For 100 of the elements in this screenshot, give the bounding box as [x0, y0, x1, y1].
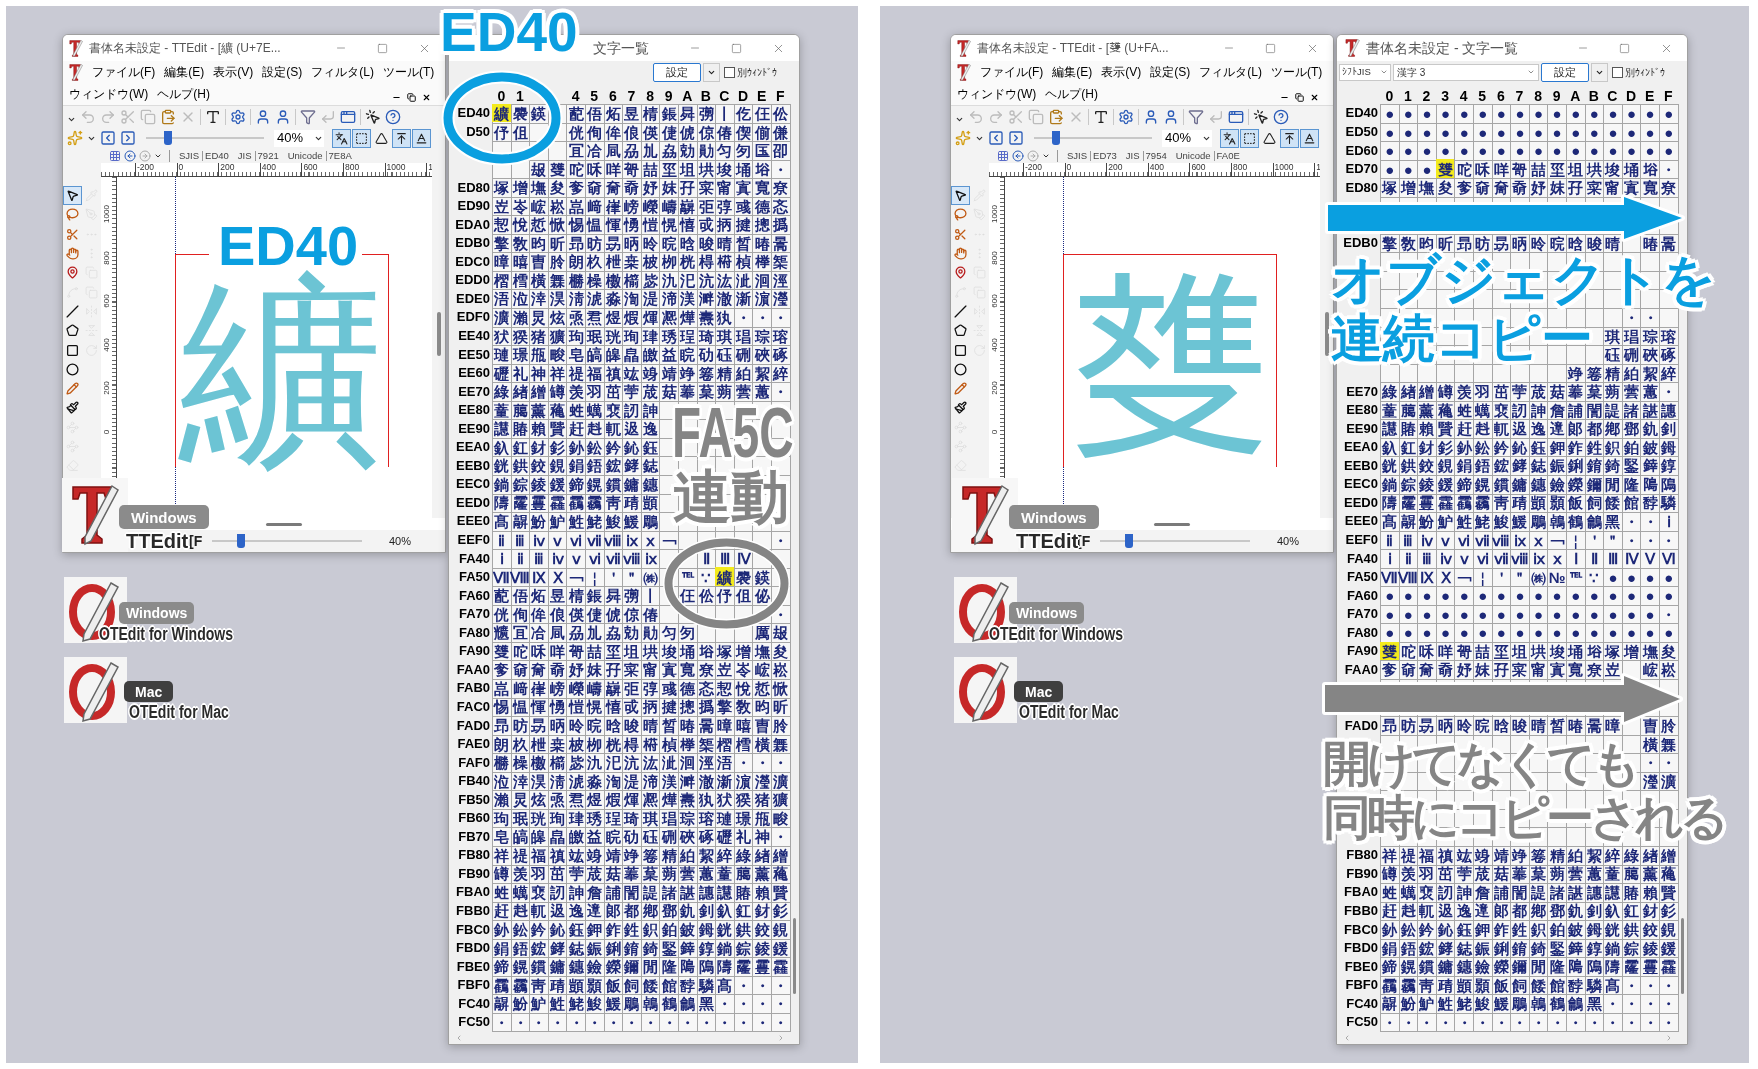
person-icon[interactable] — [1163, 108, 1179, 125]
glyph-cell[interactable]: 鉀 — [1472, 919, 1492, 939]
letter-t-icon[interactable] — [205, 108, 221, 125]
glyph-cell[interactable]: 霻 — [1417, 493, 1436, 512]
glyph-cell[interactable]: ・ — [677, 1012, 697, 1032]
glyph-cell[interactable]: 鰀 — [1510, 511, 1529, 531]
glyph-cell[interactable]: 荿 — [1528, 381, 1548, 401]
glyph-cell[interactable]: 弡 — [696, 196, 716, 215]
glyph-cell[interactable]: 﨏 — [1584, 641, 1604, 661]
glyph-cell[interactable]: 遧 — [1472, 901, 1492, 920]
range-combobox[interactable]: 漢字 3 — [1393, 63, 1539, 81]
glyph-cell[interactable]: ● — [1528, 103, 1548, 123]
glyph-cell[interactable]: ● — [1658, 585, 1678, 605]
glyph-cell[interactable]: 渼 — [677, 289, 697, 308]
glyph-cell[interactable]: 黑 — [1603, 511, 1622, 531]
glyph-cell[interactable]: 琦 — [696, 326, 716, 345]
glyph-cell[interactable]: 馞 — [677, 975, 697, 994]
glyph-cell[interactable]: 奝 — [1417, 660, 1436, 679]
glyph-cell[interactable]: 泚 — [659, 752, 678, 772]
glyph-cell[interactable]: 犾 — [715, 789, 734, 809]
glyph-cell[interactable]: 緖 — [510, 381, 530, 401]
glyph-cell[interactable]: 匤 — [752, 140, 771, 160]
glyph-cell[interactable]: ● — [1398, 122, 1418, 141]
glyph-cell[interactable]: 靏 — [584, 493, 604, 512]
glyph-cell[interactable]: 福 — [529, 845, 548, 865]
glyph-cell[interactable]: 皞 — [529, 827, 548, 846]
glyph-cell[interactable]: 罇 — [492, 864, 511, 883]
glyph-cell[interactable]: 昻 — [1380, 715, 1399, 735]
glyph-cell[interactable]: 銧 — [492, 456, 511, 475]
glyph-cell[interactable]: 沆 — [696, 270, 716, 290]
glyph-cell[interactable]: 寬 — [1565, 660, 1585, 679]
glyph-cell[interactable]: 孖 — [1491, 660, 1511, 679]
glyph-cell[interactable]: ・ — [752, 975, 771, 994]
glyph-cell[interactable]: 薰 — [752, 864, 771, 883]
glyph-cell[interactable]: ⅷ — [603, 530, 623, 549]
glyph-cell[interactable]: 昮 — [1491, 233, 1511, 253]
glyph-cell[interactable]: 曻 — [677, 103, 697, 123]
glyph-cell[interactable]: ● — [1603, 140, 1622, 160]
glyph-cell[interactable]: 仡 — [733, 103, 753, 123]
glyph-cell[interactable]: 鰀 — [622, 511, 641, 531]
glyph-cell[interactable]: 菇 — [1491, 864, 1511, 883]
glyph-cell[interactable]: ℡ — [1565, 567, 1585, 586]
glyph-cell[interactable]: 礼 — [510, 363, 530, 382]
glyph-cell[interactable]: 裵 — [1417, 882, 1436, 902]
scroll-left-icon[interactable] — [1343, 1034, 1351, 1043]
glyph-cell[interactable]: 﨟 — [1398, 400, 1418, 419]
glyph-cell[interactable]: 蒴 — [659, 864, 678, 883]
glyph-cell[interactable]: 﨓 — [715, 252, 734, 271]
menu-item[interactable]: 設定(S) — [1150, 63, 1191, 81]
help-icon[interactable] — [385, 108, 401, 125]
glyph-cell[interactable]: 炅 — [529, 307, 548, 327]
glyph-cell[interactable]: ● — [1621, 604, 1641, 623]
glyph-cell[interactable]: 銧 — [1380, 456, 1399, 475]
glyph-cell[interactable]: 訷 — [1528, 400, 1548, 419]
glyph-cell[interactable]: 蘒 — [547, 400, 567, 419]
glyph-cell[interactable]: ・ — [1640, 993, 1659, 1013]
glyph-cell[interactable]: 惞 — [547, 214, 567, 234]
glyph-cell[interactable]: 愠 — [510, 697, 530, 716]
glyph-cell[interactable]: 錂 — [529, 474, 548, 494]
back-icon[interactable] — [1012, 150, 1024, 162]
glyph-cell[interactable]: 匇 — [677, 623, 697, 642]
glyph-cell[interactable]: 鋧 — [1658, 919, 1678, 939]
glyph-cell[interactable]: 詹 — [584, 882, 604, 902]
glyph-cell[interactable]: 燁 — [659, 789, 678, 809]
glyph-cell[interactable]: 鐱 — [1547, 474, 1566, 494]
glyph-cell[interactable]: ⅹ — [640, 530, 660, 549]
glyph-cell[interactable]: 砡 — [715, 344, 734, 364]
glyph-cell[interactable]: 隆 — [659, 956, 678, 976]
glyph-cell[interactable]: 俿 — [677, 122, 697, 141]
glyph-cell[interactable]: 鑈 — [1584, 474, 1604, 494]
glyph-cell[interactable]: 埈 — [715, 159, 734, 178]
scrollbar-thumb[interactable] — [1154, 522, 1190, 526]
glyph-cell[interactable]: 蠇 — [1398, 882, 1418, 902]
glyph-cell[interactable]: 炻 — [603, 103, 623, 123]
glyph-cell[interactable]: ⅳ — [1417, 530, 1436, 549]
glyph-cell[interactable]: 﨤 — [1510, 419, 1529, 438]
glyph-cell[interactable]: 晗 — [1565, 233, 1585, 253]
glyph-cell[interactable]: 砡 — [640, 827, 660, 846]
glyph-cell[interactable]: 羡 — [1398, 864, 1418, 883]
glyph-cell[interactable]: 增 — [1621, 641, 1641, 661]
glyph-cell[interactable]: 摠 — [677, 697, 697, 716]
glyph-cell[interactable]: 譓 — [1584, 882, 1604, 902]
glyph-cell[interactable]: 譿 — [1380, 419, 1399, 438]
glyph-cell[interactable]: 硎 — [1621, 344, 1641, 364]
glyph-cell[interactable]: 伃 — [715, 585, 734, 605]
glyph-cell[interactable]: 鏆 — [529, 956, 548, 976]
glyph-cell[interactable]: 晙 — [1510, 715, 1529, 735]
glyph-cell[interactable]: 逸 — [566, 901, 585, 920]
glyph-cell[interactable]: 曻 — [603, 585, 623, 605]
glyph-cell[interactable]: 霳 — [733, 956, 753, 976]
glyph-cell[interactable]: 箞 — [1584, 363, 1604, 382]
glyph-cell[interactable]: 絜 — [1640, 363, 1659, 382]
glyph-cell[interactable]: 鉸 — [752, 919, 771, 939]
glyph-cell[interactable]: 禔 — [1398, 845, 1418, 865]
glyph-cell[interactable]: 淲 — [584, 289, 604, 308]
glyph-cell[interactable]: 蕫 — [1603, 864, 1622, 883]
menu-item[interactable]: ファイル(F) — [92, 63, 156, 81]
glyph-cell[interactable]: ・ — [1658, 381, 1678, 401]
glyph-cell[interactable]: 誾 — [1584, 400, 1604, 419]
glyph-cell[interactable]: 鉀 — [584, 919, 604, 939]
